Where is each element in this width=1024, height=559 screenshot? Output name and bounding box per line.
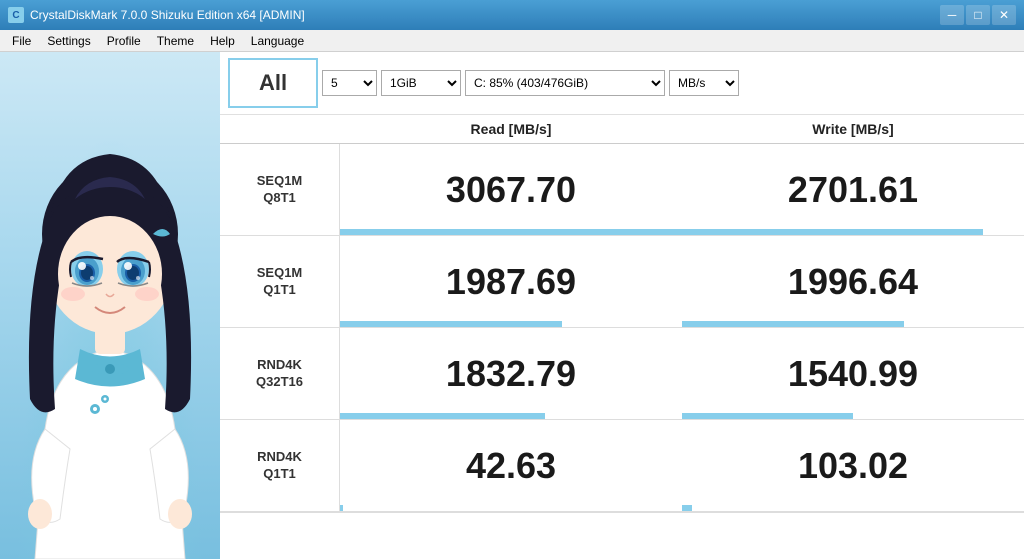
all-button[interactable]: All [228,58,318,108]
data-panel: All 5 1 3 10 1GiB 512MiB 2GiB 4GiB C: 85… [220,52,1024,559]
grid-row-empty [220,512,1024,559]
write-value-rnd4k_q32t16: 1540.99 [788,353,918,395]
read-value-rnd4k_q1t1: 42.63 [466,445,556,487]
grid-row-rnd4k_q1t1: RND4KQ1T1 42.63 103.02 [220,420,1024,512]
menu-file[interactable]: File [4,30,39,51]
row-read-rnd4k_q1t1: 42.63 [340,420,682,511]
row-read-seq1m_q1t1: 1987.69 [340,236,682,327]
close-button[interactable]: ✕ [992,5,1016,25]
write-value-seq1m_q8t1: 2701.61 [788,169,918,211]
read-progress-rnd4k_q1t1 [340,505,343,511]
read-value-seq1m_q8t1: 3067.70 [446,169,576,211]
drive-select[interactable]: C: 85% (403/476GiB) [465,70,665,96]
menu-theme[interactable]: Theme [149,30,202,51]
menu-bar: File Settings Profile Theme Help Languag… [0,30,1024,52]
read-progress-seq1m_q8t1 [340,229,682,235]
row-write-rnd4k_q1t1: 103.02 [682,420,1024,511]
row-label-rnd4k_q32t16: RND4KQ32T16 [220,328,340,419]
menu-profile[interactable]: Profile [99,30,149,51]
row-read-rnd4k_q32t16: 1832.79 [340,328,682,419]
write-value-seq1m_q1t1: 1996.64 [788,261,918,303]
header-empty [220,115,340,143]
title-bar: C CrystalDiskMark 7.0.0 Shizuku Edition … [0,0,1024,30]
title-bar-controls: ─ □ ✕ [940,5,1016,25]
grid-header: Read [MB/s] Write [MB/s] [220,115,1024,144]
data-rows-container: SEQ1MQ8T1 3067.70 2701.61 SEQ1MQ1T1 1987… [220,144,1024,559]
row-read-seq1m_q8t1: 3067.70 [340,144,682,235]
character-panel [0,52,220,559]
app-icon: C [8,7,24,23]
data-grid: Read [MB/s] Write [MB/s] SEQ1MQ8T1 3067.… [220,115,1024,559]
menu-help[interactable]: Help [202,30,243,51]
write-progress-rnd4k_q32t16 [682,413,853,419]
row-write-seq1m_q8t1: 2701.61 [682,144,1024,235]
write-value-rnd4k_q1t1: 103.02 [798,445,908,487]
row-write-rnd4k_q32t16: 1540.99 [682,328,1024,419]
grid-row-seq1m_q8t1: SEQ1MQ8T1 3067.70 2701.61 [220,144,1024,236]
menu-language[interactable]: Language [243,30,312,51]
unit-select[interactable]: MB/s GB/s IOPS [669,70,739,96]
row-label-seq1m_q1t1: SEQ1MQ1T1 [220,236,340,327]
header-read: Read [MB/s] [340,115,682,143]
read-value-rnd4k_q32t16: 1832.79 [446,353,576,395]
row-label-seq1m_q8t1: SEQ1MQ8T1 [220,144,340,235]
toolbar: All 5 1 3 10 1GiB 512MiB 2GiB 4GiB C: 85… [220,52,1024,115]
write-progress-seq1m_q1t1 [682,321,904,327]
anime-character [5,79,215,559]
row-label-rnd4k_q1t1: RND4KQ1T1 [220,420,340,511]
count-select[interactable]: 5 1 3 10 [322,70,377,96]
write-progress-seq1m_q8t1 [682,229,983,235]
row-write-seq1m_q1t1: 1996.64 [682,236,1024,327]
grid-row-rnd4k_q32t16: RND4KQ32T16 1832.79 1540.99 [220,328,1024,420]
header-write: Write [MB/s] [682,115,1024,143]
read-value-seq1m_q1t1: 1987.69 [446,261,576,303]
title-bar-text: CrystalDiskMark 7.0.0 Shizuku Edition x6… [30,8,940,22]
size-select[interactable]: 1GiB 512MiB 2GiB 4GiB [381,70,461,96]
maximize-button[interactable]: □ [966,5,990,25]
write-progress-rnd4k_q1t1 [682,505,692,511]
menu-settings[interactable]: Settings [39,30,98,51]
main-content: All 5 1 3 10 1GiB 512MiB 2GiB 4GiB C: 85… [0,52,1024,559]
read-progress-seq1m_q1t1 [340,321,562,327]
minimize-button[interactable]: ─ [940,5,964,25]
grid-row-seq1m_q1t1: SEQ1MQ1T1 1987.69 1996.64 [220,236,1024,328]
read-progress-rnd4k_q32t16 [340,413,545,419]
